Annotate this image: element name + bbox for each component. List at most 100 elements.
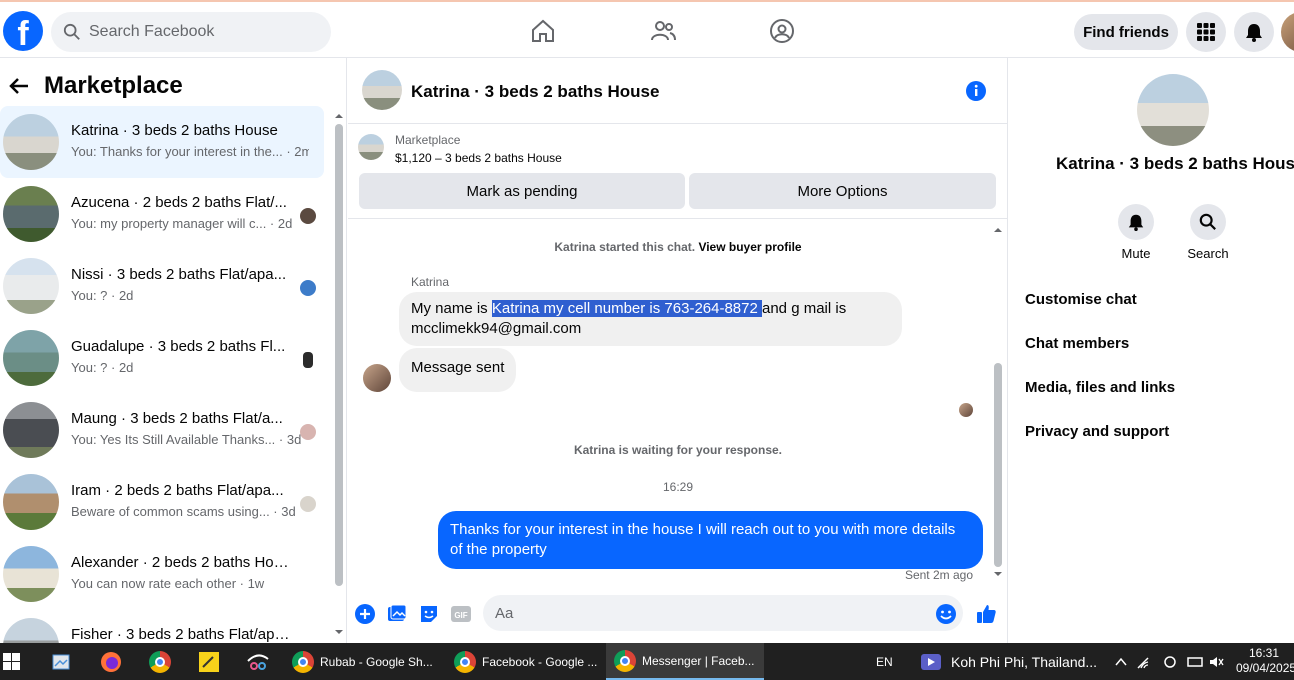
seen-avatar [300, 496, 316, 512]
sent-status: Sent 2m ago [904, 568, 973, 582]
video-icon [921, 653, 941, 670]
listing-thumbnail [358, 134, 384, 160]
mark-as-pending-button[interactable]: Mark as pending [359, 173, 685, 209]
taskbar-window-title: Rubab - Google Sh... [320, 654, 433, 669]
clock-time: 16:31 [1248, 646, 1280, 660]
taskbar-window-facebook[interactable]: Facebook - Google ... [446, 643, 602, 680]
incoming-message[interactable]: My name is Katrina my cell number is 763… [399, 292, 902, 346]
scrollbar-thumb[interactable] [335, 124, 343, 586]
listing-thumbnail [3, 114, 59, 170]
incoming-message[interactable]: Message sent [399, 348, 517, 392]
scroll-up-icon[interactable] [335, 112, 343, 120]
conversation-item[interactable]: Alexander · 2 beds 2 baths House You can… [0, 538, 324, 610]
listing-thumbnail [3, 474, 59, 530]
search-input[interactable]: Search Facebook [51, 12, 331, 52]
system-tray[interactable] [1114, 643, 1224, 680]
waiting-notice: Katrina is waiting for your response. [573, 443, 783, 457]
chat-header: Katrina · 3 beds 2 baths House [348, 58, 1008, 124]
facebook-logo-icon[interactable]: f [3, 11, 43, 51]
taskbar-pinned-app[interactable] [198, 643, 220, 680]
thumbs-up-icon[interactable] [975, 603, 997, 625]
mute-button[interactable]: Mute [1106, 204, 1166, 261]
view-buyer-profile-link[interactable]: View buyer profile [698, 240, 801, 254]
conversation-item[interactable]: Maung · 3 beds 2 baths Flat/a... You: Ye… [0, 394, 324, 466]
clock[interactable]: 16:31 09/04/2025 [1236, 646, 1294, 676]
conversation-preview: You can now rate each other · 1w [71, 576, 265, 591]
seen-avatar [300, 280, 316, 296]
notifications-button[interactable] [1234, 12, 1274, 52]
media-files-links-item[interactable]: Media, files and links [1025, 379, 1175, 396]
groups-icon[interactable] [769, 18, 795, 44]
conversation-title: Katrina · 3 beds 2 baths House [71, 122, 278, 139]
taskbar-pinned-app[interactable] [149, 643, 177, 680]
listing-avatar[interactable] [1137, 74, 1209, 146]
chrome-icon [149, 650, 171, 673]
image-viewer-icon [52, 654, 70, 669]
home-icon[interactable] [530, 18, 556, 44]
conversation-preview: You: ? · 2d [71, 288, 134, 303]
conversation-item[interactable]: Nissi · 3 beds 2 baths Flat/apa... You: … [0, 250, 324, 322]
sender-name: Katrina [411, 275, 450, 289]
conversation-title: Guadalupe · 3 beds 2 baths Fl... [71, 338, 286, 355]
windows-logo-icon [3, 653, 20, 670]
outgoing-message[interactable]: Thanks for your interest in the house I … [438, 511, 983, 569]
conversation-item[interactable]: Katrina · 3 beds 2 baths House You: Than… [0, 106, 324, 178]
emoji-icon[interactable] [935, 603, 957, 625]
photo-icon[interactable] [386, 603, 408, 625]
scrollbar-thumb[interactable] [994, 363, 1002, 567]
read-receipt-avatar [959, 403, 973, 417]
firefox-icon [101, 651, 121, 672]
sender-avatar[interactable] [363, 364, 391, 392]
info-icon[interactable] [965, 80, 987, 102]
chat-started-text: Katrina started this chat. [554, 240, 696, 254]
sticker-icon[interactable] [418, 603, 440, 625]
more-options-button[interactable]: More Options [689, 173, 996, 209]
scroll-down-icon[interactable] [335, 628, 343, 636]
seen-avatar [300, 208, 316, 224]
listing-description: $1,120 – 3 beds 2 baths House [395, 151, 562, 165]
taskbar-pinned-app[interactable] [246, 643, 270, 680]
friends-icon[interactable] [650, 18, 676, 44]
chat-scrollbar[interactable] [993, 226, 1003, 581]
menu-button[interactable] [1186, 12, 1226, 52]
scroll-down-icon[interactable] [993, 570, 1003, 578]
seen-avatar [300, 424, 316, 440]
conversation-item[interactable]: Guadalupe · 3 beds 2 baths Fl... You: ? … [0, 322, 324, 394]
privacy-support-item[interactable]: Privacy and support [1025, 423, 1169, 440]
search-icon [63, 23, 80, 40]
conversation-item[interactable]: Azucena · 2 beds 2 baths Flat/... You: m… [0, 178, 324, 250]
conversation-title: Maung · 3 beds 2 baths Flat/a... [71, 410, 283, 427]
search-chat-button[interactable]: Search [1178, 204, 1238, 261]
taskbar-window-messenger[interactable]: Messenger | Faceb... [606, 643, 764, 680]
profile-avatar[interactable] [1281, 12, 1294, 52]
weather-widget[interactable]: Koh Phi Phi, Thailand... [920, 643, 1097, 680]
language-indicator[interactable]: EN [876, 643, 893, 680]
customise-chat-item[interactable]: Customise chat [1025, 291, 1137, 308]
message-input-placeholder: Aa [495, 604, 514, 622]
bell-icon [1128, 214, 1144, 231]
taskbar-window-title: Messenger | Faceb... [642, 653, 755, 668]
gif-icon[interactable]: GIF [450, 603, 472, 625]
find-friends-button[interactable]: Find friends [1074, 14, 1178, 50]
chrome-icon [292, 650, 314, 673]
taskbar-window-title: Facebook - Google ... [482, 654, 598, 669]
plus-icon[interactable] [354, 603, 376, 625]
chat-avatar[interactable] [362, 70, 402, 110]
conversation-item[interactable]: Fisher · 3 beds 2 baths Flat/apar... [0, 610, 324, 643]
conversation-title: Azucena · 2 beds 2 baths Flat/... [71, 194, 287, 211]
back-arrow-icon[interactable] [8, 75, 30, 97]
conversation-item[interactable]: Iram · 2 beds 2 baths Flat/apa... Beware… [0, 466, 324, 538]
listing-thumbnail [3, 618, 59, 643]
sidebar-scrollbar[interactable] [335, 110, 343, 640]
message-input[interactable]: Aa [483, 595, 963, 631]
scroll-up-icon[interactable] [993, 226, 1003, 234]
chat-members-item[interactable]: Chat members [1025, 335, 1129, 352]
listing-thumbnail [3, 546, 59, 602]
listing-thumbnail [3, 402, 59, 458]
taskbar-pinned-app[interactable] [100, 643, 122, 680]
conversation-title: Fisher · 3 beds 2 baths Flat/apar... [71, 626, 295, 643]
start-button[interactable] [3, 643, 20, 680]
taskbar-window-sheets[interactable]: Rubab - Google Sh... [284, 643, 440, 680]
taskbar-pinned-app[interactable] [51, 643, 71, 680]
chat-title[interactable]: Katrina · 3 beds 2 baths House [411, 82, 659, 102]
